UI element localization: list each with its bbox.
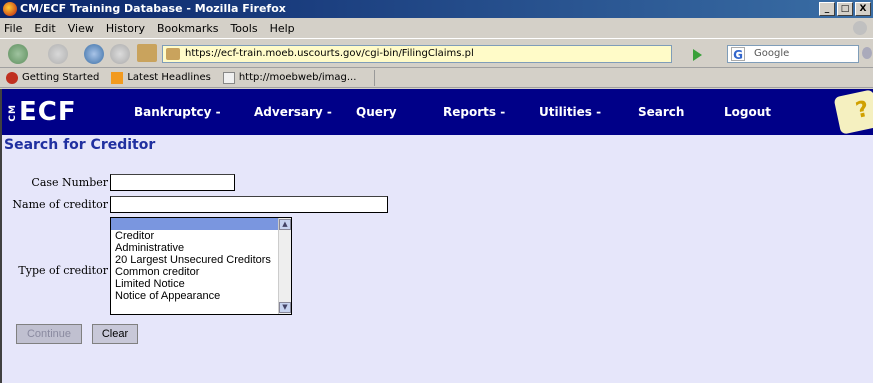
forward-icon[interactable] (48, 44, 68, 64)
nav-utilities[interactable]: Utilities - (539, 89, 601, 135)
search-placeholder: Google (754, 48, 790, 59)
throbber-icon (853, 21, 867, 35)
google-icon[interactable]: G (731, 47, 745, 62)
home-icon[interactable] (137, 44, 157, 62)
search-go-icon[interactable] (862, 47, 872, 59)
cm-logo-text: CM (8, 103, 18, 122)
menu-bookmarks[interactable]: Bookmarks (157, 22, 218, 35)
firefox-icon (3, 2, 17, 16)
ecf-menu-bar: CMECF Bankruptcy - Adversary - Query Rep… (2, 89, 873, 135)
nav-bankruptcy[interactable]: Bankruptcy - (134, 89, 221, 135)
menu-edit[interactable]: Edit (34, 22, 55, 35)
scroll-up-icon[interactable]: ▲ (279, 219, 291, 230)
menu-history[interactable]: History (106, 22, 145, 35)
page-icon (222, 71, 235, 84)
page-content: CMECF Bankruptcy - Adversary - Query Rep… (0, 89, 873, 383)
creditor-type-select[interactable]: Creditor Administrative 20 Largest Unsec… (110, 217, 292, 315)
option-common-creditor[interactable]: Common creditor (111, 266, 291, 278)
address-text: https://ecf-train.moeb.uscourts.gov/cgi-… (185, 48, 474, 59)
scroll-down-icon[interactable]: ▼ (279, 302, 291, 313)
page-title: Search for Creditor (4, 137, 156, 153)
nav-reports[interactable]: Reports - (443, 89, 505, 135)
selected-blank-option[interactable] (111, 218, 291, 230)
menu-file[interactable]: File (4, 22, 22, 35)
back-icon[interactable] (8, 44, 28, 64)
search-input[interactable]: G Google (727, 45, 859, 63)
ecf-logo[interactable]: CMECF (8, 97, 77, 127)
close-button[interactable]: X (855, 2, 871, 16)
case-number-label: Case Number (31, 176, 108, 189)
option-administrative[interactable]: Administrative (111, 242, 291, 254)
menu-view[interactable]: View (68, 22, 94, 35)
bookmark-moebweb[interactable]: http://moebweb/imag... (222, 71, 357, 84)
minimize-button[interactable]: _ (819, 2, 835, 16)
bookmark-separator (374, 69, 376, 86)
bookmark-latest-headlines[interactable]: Latest Headlines (111, 71, 211, 84)
bookmark-getting-started[interactable]: Getting Started (6, 71, 100, 84)
window-title: CM/ECF Training Database - Mozilla Firef… (20, 2, 286, 15)
option-limited-notice[interactable]: Limited Notice (111, 278, 291, 290)
bookmark-label: Latest Headlines (127, 72, 211, 83)
stop-icon[interactable] (110, 44, 130, 64)
menu-tools[interactable]: Tools (230, 22, 257, 35)
creditor-type-label: Type of creditor (18, 264, 108, 277)
bookmarks-toolbar: Getting Started Latest Headlines http://… (0, 68, 873, 88)
nav-query[interactable]: Query (356, 89, 397, 135)
bookmark-label: Getting Started (22, 72, 100, 83)
address-bar[interactable]: https://ecf-train.moeb.uscourts.gov/cgi-… (162, 45, 672, 63)
listbox-scrollbar[interactable]: ▲ ▼ (278, 218, 291, 314)
nav-logout[interactable]: Logout (724, 89, 771, 135)
creditor-name-input[interactable] (110, 196, 388, 213)
site-icon (166, 48, 180, 60)
option-20-largest[interactable]: 20 Largest Unsecured Creditors (111, 254, 291, 266)
option-creditor[interactable]: Creditor (111, 230, 291, 242)
menu-help[interactable]: Help (270, 22, 295, 35)
firefox-bookmark-icon (6, 71, 18, 84)
creditor-name-label: Name of creditor (12, 198, 108, 211)
go-icon[interactable] (693, 49, 702, 61)
nav-adversary[interactable]: Adversary - (254, 89, 332, 135)
bookmark-label: http://moebweb/imag... (238, 72, 357, 83)
nav-search[interactable]: Search (638, 89, 684, 135)
clear-button[interactable]: Clear (92, 324, 138, 344)
window-titlebar: CM/ECF Training Database - Mozilla Firef… (0, 0, 873, 18)
menu-bar: File Edit View History Bookmarks Tools H… (0, 18, 873, 38)
rss-icon (111, 71, 124, 84)
reload-icon[interactable] (84, 44, 104, 64)
case-number-input[interactable] (110, 174, 235, 191)
navigation-toolbar: https://ecf-train.moeb.uscourts.gov/cgi-… (0, 38, 873, 68)
window-controls: _ □ X (819, 2, 871, 16)
option-notice-of-appearance[interactable]: Notice of Appearance (111, 290, 291, 302)
ecf-logo-text: ECF (19, 97, 77, 127)
help-icon[interactable]: ? (833, 89, 873, 135)
maximize-button[interactable]: □ (837, 2, 853, 16)
continue-button[interactable]: Continue (16, 324, 82, 344)
